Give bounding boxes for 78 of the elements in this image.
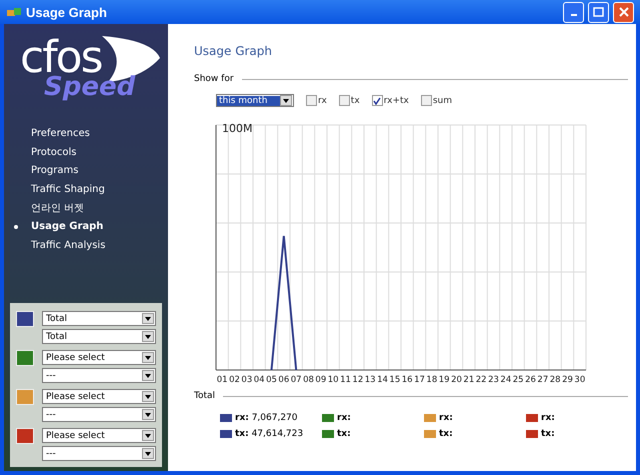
caret-icon: [145, 356, 151, 360]
nav-item[interactable]: 언라인 버젯: [14, 200, 168, 216]
total-text: rx:: [541, 413, 555, 423]
x-tick-label: 18: [426, 375, 438, 385]
x-tick-label: 29: [562, 375, 573, 385]
x-tick-label: 12: [352, 375, 364, 385]
caret-icon: [145, 412, 151, 416]
total-text: tx:: [541, 429, 555, 439]
close-button[interactable]: [613, 2, 634, 22]
caret-icon: [283, 98, 289, 102]
maximize-button[interactable]: [588, 2, 609, 22]
x-tick-label: 28: [550, 375, 561, 385]
total-text: tx: 47,614,723: [235, 429, 304, 439]
x-tick-label: 30: [574, 375, 586, 385]
source-dropdown[interactable]: Please select: [42, 389, 156, 404]
x-tick-label: 21: [463, 375, 474, 385]
x-tick-label: 25: [512, 375, 524, 385]
nav-item[interactable]: Usage Graph: [14, 218, 168, 236]
x-tick-label: 10: [328, 375, 339, 385]
total-text: tx:: [439, 429, 453, 439]
period-dropdown[interactable]: this month: [216, 94, 294, 107]
caret-icon: [145, 394, 151, 398]
detail-dropdown[interactable]: ---: [42, 407, 156, 422]
section-label: Show for: [194, 74, 234, 84]
x-tick-label: 09: [315, 375, 326, 385]
nav-item[interactable]: Protocols: [14, 144, 168, 160]
x-tick-label: 02: [229, 375, 240, 385]
detail-dropdown[interactable]: ---: [42, 446, 156, 461]
caret-icon: [145, 316, 151, 320]
page-title: Usage Graph: [194, 44, 274, 58]
section-label: Total: [194, 391, 216, 401]
detail-dropdown[interactable]: ---: [42, 368, 156, 383]
x-tick-label: 03: [241, 375, 252, 385]
total-text: tx:: [337, 429, 351, 439]
caret-icon: [145, 334, 151, 338]
source-dropdown[interactable]: Total: [42, 311, 156, 326]
x-tick-label: 17: [414, 375, 425, 385]
nav-item[interactable]: Traffic Analysis: [14, 237, 168, 254]
x-tick-label: 11: [340, 375, 351, 385]
nav-item[interactable]: Programs: [14, 162, 168, 180]
x-tick-label: 01: [216, 375, 228, 385]
x-tick-label: 05: [266, 375, 277, 385]
caret-icon: [145, 434, 151, 438]
x-tick-label: 23: [488, 375, 499, 385]
source-dropdown[interactable]: Please select: [42, 428, 156, 443]
nav-item[interactable]: Preferences: [14, 125, 168, 142]
series-checkbox[interactable]: rx+tx: [372, 95, 409, 106]
caret-icon: [145, 374, 151, 378]
total-text: rx:: [439, 413, 453, 423]
total-text: rx:: [337, 413, 351, 423]
x-tick-label: 13: [364, 375, 376, 385]
x-tick-label: 07: [290, 375, 302, 385]
minimize-button[interactable]: [563, 2, 584, 22]
total-text: rx: 7,067,270: [235, 413, 298, 423]
x-tick-label: 08: [303, 375, 314, 385]
close-icon: [618, 7, 628, 17]
app-icon: [6, 6, 22, 18]
scale-label: 100M: [222, 122, 252, 135]
x-tick-label: 27: [537, 375, 548, 385]
x-tick-label: 16: [402, 375, 413, 385]
x-tick-label: 24: [500, 375, 512, 385]
x-tick-label: 19: [438, 375, 450, 385]
maximize-icon: [593, 7, 604, 17]
x-tick-label: 04: [254, 375, 265, 385]
series-checkbox[interactable]: sum: [420, 95, 452, 106]
x-tick-label: 22: [476, 375, 487, 385]
bullet-icon: [14, 224, 18, 229]
x-tick-label: 26: [525, 375, 536, 385]
source-dropdown[interactable]: Please select: [42, 350, 156, 365]
check-icon: [373, 96, 382, 104]
x-tick-label: 14: [377, 375, 388, 385]
x-tick-label: 06: [278, 375, 290, 385]
detail-dropdown[interactable]: Total: [42, 329, 156, 344]
nav-item[interactable]: Traffic Shaping: [14, 181, 168, 198]
x-tick-label: 20: [451, 375, 462, 385]
x-tick-label: 15: [389, 375, 400, 385]
caret-icon: [145, 452, 151, 456]
window-title: Usage Graph: [26, 4, 108, 20]
